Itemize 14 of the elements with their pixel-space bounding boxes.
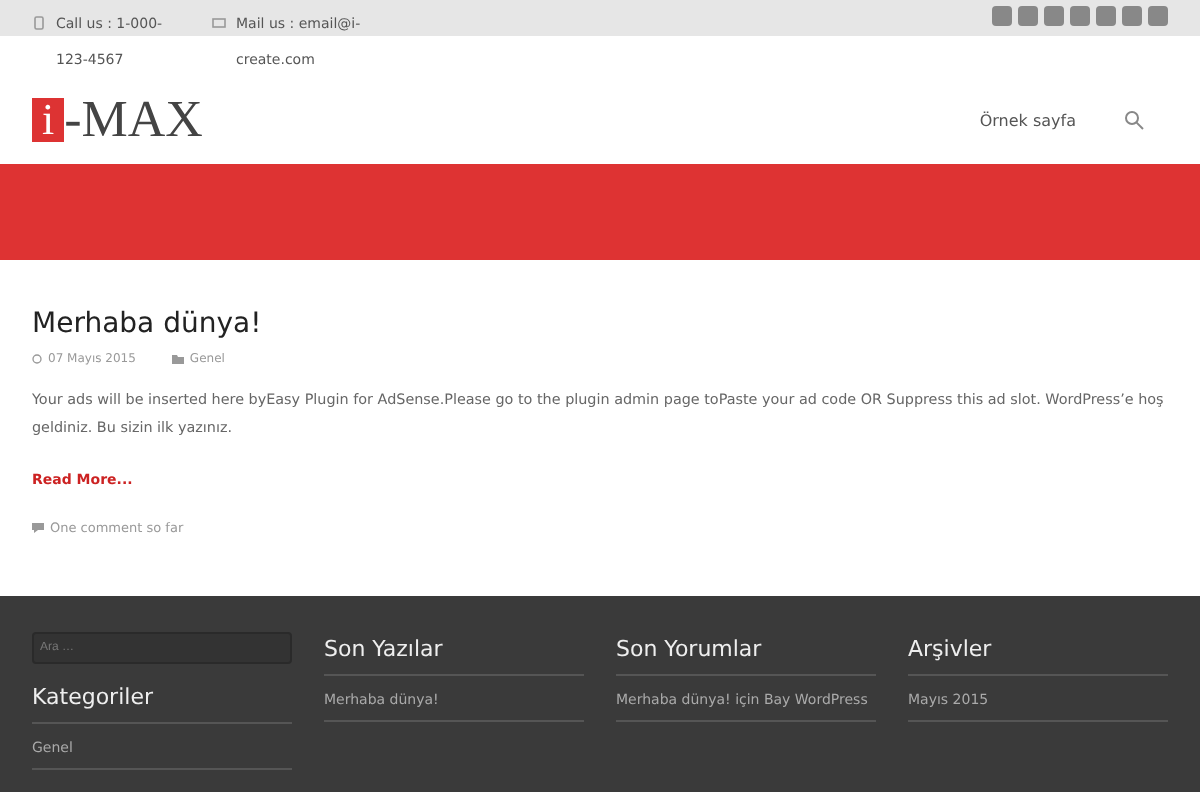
post-title[interactable]: Merhaba dünya! — [32, 308, 1168, 340]
widget-title: Son Yazılar — [324, 636, 584, 676]
widget-title: Son Yorumlar — [616, 636, 876, 676]
widget-title: Arşivler — [908, 636, 1168, 676]
clock-icon — [32, 354, 42, 364]
phone-icon — [32, 16, 46, 30]
folder-icon — [171, 354, 184, 364]
widget-title: Kategoriler — [32, 684, 292, 724]
search-icon[interactable] — [1124, 110, 1144, 130]
nav-link[interactable]: Örnek sayfa — [979, 111, 1076, 129]
logo-text[interactable]: -MAX — [64, 96, 203, 144]
logo-mark[interactable]: i — [32, 98, 65, 142]
mail-icon — [212, 16, 226, 30]
comment-icon — [32, 522, 44, 534]
